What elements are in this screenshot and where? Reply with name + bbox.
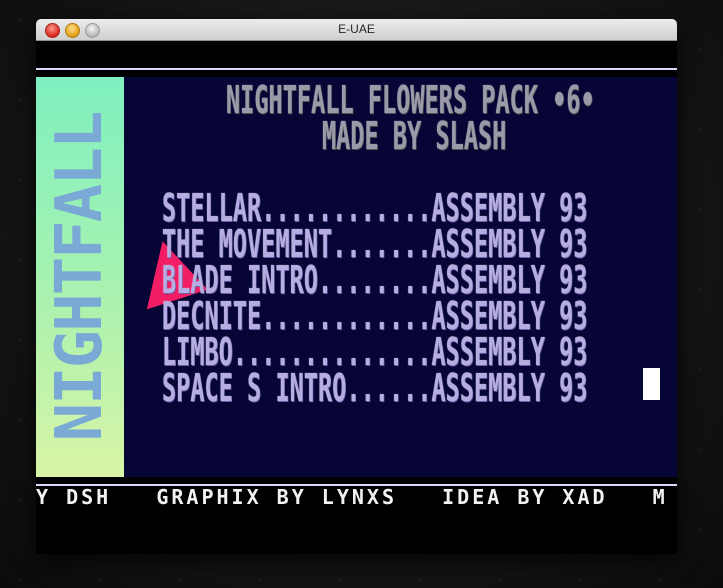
nightfall-logo: NIGHTFALL xyxy=(43,112,117,442)
text-cursor xyxy=(643,368,660,400)
emulator-window[interactable]: E-UAE NIGHTFALL NIGHTFALL FLOWERS PACK •… xyxy=(36,19,677,554)
window-title: E-UAE xyxy=(338,22,375,36)
demo-title-line2: MADE BY SLASH xyxy=(322,114,507,158)
demo-list-item: SPACE S INTRO......ASSEMBLY 93 xyxy=(162,366,588,410)
nightfall-logo-panel: NIGHTFALL xyxy=(36,77,124,477)
window-titlebar[interactable]: E-UAE xyxy=(36,19,677,41)
emulator-screen[interactable]: NIGHTFALL NIGHTFALL FLOWERS PACK •6• MAD… xyxy=(36,41,677,554)
top-divider xyxy=(36,68,677,70)
credits-scroller: Y DSH GRAPHIX BY LYNXS IDEA BY XAD M xyxy=(36,485,668,509)
